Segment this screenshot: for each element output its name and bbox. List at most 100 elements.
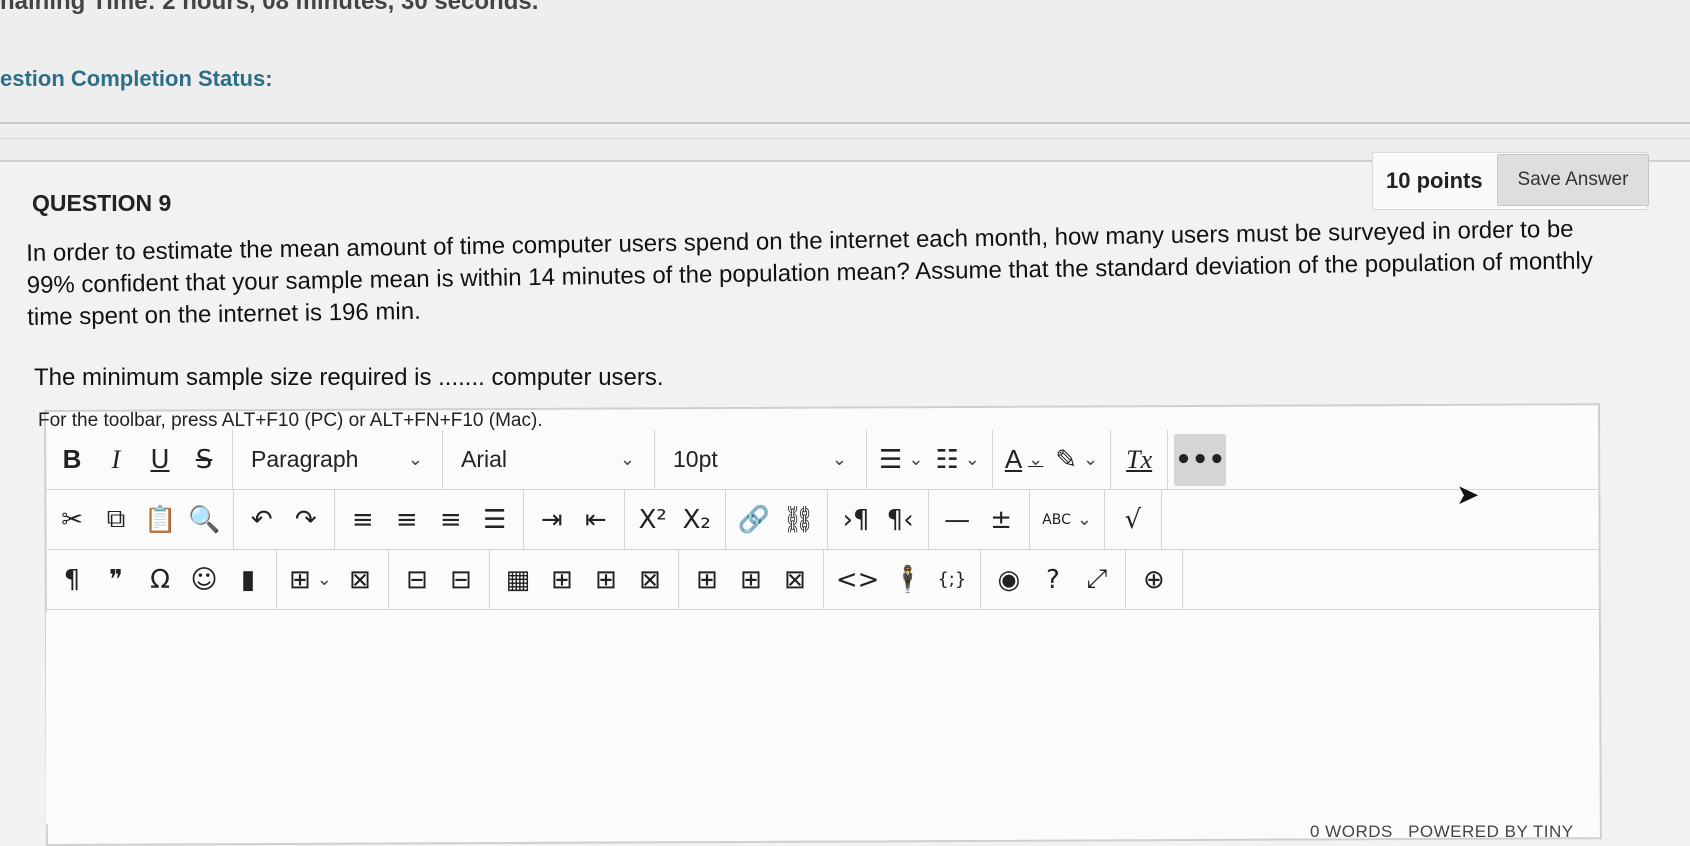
- editor-status-bar: 0 WORDS POWERED BY TINY: [1300, 822, 1574, 842]
- font-size-dropdown[interactable]: 10pt ⌄: [661, 438, 859, 482]
- clear-format-group: Tx: [1111, 430, 1169, 489]
- blockquote-icon[interactable]: ❞: [94, 558, 138, 602]
- outdent-icon[interactable]: ⇤: [574, 498, 618, 542]
- mouse-cursor-icon: ➤: [1456, 478, 1480, 511]
- insert-group: — ±: [929, 490, 1031, 549]
- special-char-icon[interactable]: Ω: [138, 558, 182, 602]
- spellcheck-glyph: ABC: [1042, 511, 1071, 528]
- accessibility-icon[interactable]: 🕴: [885, 558, 929, 602]
- spellcheck-icon[interactable]: ABC ⌄: [1036, 498, 1098, 542]
- help-icon[interactable]: ?: [1031, 558, 1075, 602]
- table-icon[interactable]: ⊞ ⌄: [283, 558, 338, 602]
- more-options-button[interactable]: •••: [1174, 433, 1227, 486]
- indent-icon[interactable]: ⇥: [530, 498, 574, 542]
- table-merge-icon[interactable]: ⊞: [540, 558, 584, 602]
- table-delete-icon[interactable]: ⊠: [338, 558, 382, 602]
- text-color-glyph: A: [1004, 444, 1023, 474]
- add-content-group: ⊕: [1126, 550, 1183, 609]
- horizontal-line-icon[interactable]: —: [935, 498, 979, 542]
- editor-content-area[interactable]: [46, 612, 1598, 824]
- math-group: √: [1105, 490, 1162, 549]
- word-count: 0 WORDS: [1310, 822, 1393, 841]
- redo-icon[interactable]: ↷: [284, 498, 328, 542]
- table-delete-row-icon[interactable]: ⊠: [628, 558, 672, 602]
- table-col-group: ⊞ ⊞ ⊠: [679, 550, 824, 609]
- align-right-icon[interactable]: ≡: [429, 498, 473, 542]
- link-group: 🔗 ⛓: [726, 490, 829, 549]
- table-cell-props-icon[interactable]: ▦: [496, 558, 540, 602]
- table-group: ⊞ ⌄ ⊠: [277, 550, 389, 609]
- codesample-icon[interactable]: {;}: [930, 558, 974, 602]
- list-group: ☰ ⌄ ☷ ⌄: [867, 430, 993, 489]
- paste-icon[interactable]: 📋: [138, 498, 182, 542]
- underline-button[interactable]: U: [138, 438, 182, 482]
- ltr-icon[interactable]: ›¶: [834, 498, 878, 542]
- block-format-dropdown[interactable]: Paragraph ⌄: [239, 438, 435, 482]
- italic-button[interactable]: I: [94, 438, 138, 482]
- direction-group: ›¶ ¶‹: [828, 490, 930, 549]
- bold-button[interactable]: B: [50, 438, 94, 482]
- font-size-value: 10pt: [673, 446, 718, 472]
- table-col-delete-icon[interactable]: ⊠: [773, 558, 817, 602]
- clipboard-group: ✂ ⧉ 📋 🔍: [44, 490, 234, 549]
- text-color-icon[interactable]: A ⌄: [999, 438, 1049, 482]
- highlight-color-icon[interactable]: ✎ ⌄: [1049, 438, 1104, 482]
- strikethrough-button[interactable]: S: [182, 438, 226, 482]
- toolbar-hint: For the toolbar, press ALT+F10 (PC) or A…: [38, 410, 543, 431]
- table-col-after-icon[interactable]: ⊞: [729, 558, 773, 602]
- cut-icon[interactable]: ✂: [50, 498, 94, 542]
- table-cell-group: ▦ ⊞ ⊞ ⊠: [490, 550, 679, 609]
- search-icon[interactable]: 🔍: [182, 498, 226, 542]
- subscript-icon[interactable]: X₂: [675, 498, 719, 542]
- table-split-icon[interactable]: ⊞: [584, 558, 628, 602]
- clear-formatting-icon[interactable]: Tx: [1117, 438, 1161, 482]
- code-group: <> 🕴 {;}: [824, 550, 981, 609]
- preview-icon[interactable]: ◉: [987, 558, 1031, 602]
- paragraph-mark-icon[interactable]: ¶: [50, 558, 94, 602]
- anchor-icon[interactable]: ±: [979, 498, 1023, 542]
- remaining-time: naining Time: 2 hours, 08 minutes, 30 se…: [0, 0, 539, 15]
- powered-by-link[interactable]: POWERED BY TINY: [1408, 822, 1574, 841]
- block-format-group: Paragraph ⌄: [233, 430, 443, 489]
- question-title: QUESTION 9: [32, 190, 172, 216]
- emoticon-icon[interactable]: ☺: [182, 558, 226, 602]
- view-group: ◉ ? ⤢: [981, 550, 1126, 609]
- save-answer-button[interactable]: Save Answer: [1497, 154, 1649, 206]
- superscript-icon[interactable]: X²: [631, 498, 675, 542]
- align-justify-icon[interactable]: ☰: [473, 498, 517, 542]
- copy-icon[interactable]: ⧉: [94, 498, 138, 542]
- rtl-icon[interactable]: ¶‹: [878, 498, 922, 542]
- chevron-down-icon: ⌄: [831, 449, 847, 469]
- more-group: •••: [1168, 430, 1232, 489]
- add-content-icon[interactable]: ⊕: [1132, 558, 1176, 602]
- math-icon[interactable]: √: [1111, 498, 1155, 542]
- format-group: B I U S: [44, 430, 233, 489]
- align-left-icon[interactable]: ≡: [341, 498, 385, 542]
- unlink-icon[interactable]: ⛓: [776, 498, 821, 542]
- toolbar-row-2: ✂ ⧉ 📋 🔍 ↶ ↷ ≡ ≡ ≡ ☰ ⇥ ⇤ X² X₂ 🔗 ⛓ ›¶ ¶‹ …: [44, 490, 1600, 550]
- font-size-group: 10pt ⌄: [655, 430, 867, 489]
- numbered-list-icon[interactable]: ☷ ⌄: [929, 438, 985, 482]
- align-center-icon[interactable]: ≡: [385, 498, 429, 542]
- spellcheck-group: ABC ⌄: [1030, 490, 1105, 549]
- bookmark-icon[interactable]: ▮: [226, 558, 270, 602]
- table-row-before-icon[interactable]: ⊟: [395, 558, 439, 602]
- color-group: A ⌄ ✎ ⌄: [993, 430, 1112, 489]
- code-icon[interactable]: <>: [830, 558, 886, 602]
- history-group: ↶ ↷: [234, 490, 335, 549]
- font-family-dropdown[interactable]: Arial ⌄: [449, 438, 647, 482]
- chevron-down-icon: ⌄: [407, 449, 423, 469]
- toolbar-row-1: B I U S Paragraph ⌄ Arial ⌄ 10pt ⌄ ☰ ⌄ ☷ ⌄ A ⌄…: [44, 430, 1600, 490]
- chevron-down-icon: ⌄: [619, 449, 635, 469]
- points-value: 10 points: [1386, 168, 1483, 193]
- table-col-before-icon[interactable]: ⊞: [685, 558, 729, 602]
- font-family-group: Arial ⌄: [443, 430, 655, 489]
- undo-icon[interactable]: ↶: [240, 498, 284, 542]
- align-group: ≡ ≡ ≡ ☰: [335, 490, 524, 549]
- fullscreen-icon[interactable]: ⤢: [1075, 558, 1119, 602]
- link-icon[interactable]: 🔗: [732, 498, 776, 542]
- script-group: X² X₂: [625, 490, 726, 549]
- bullet-list-icon[interactable]: ☰ ⌄: [873, 438, 929, 482]
- table-row-group: ⊟ ⊟: [389, 550, 490, 609]
- table-row-after-icon[interactable]: ⊟: [439, 558, 483, 602]
